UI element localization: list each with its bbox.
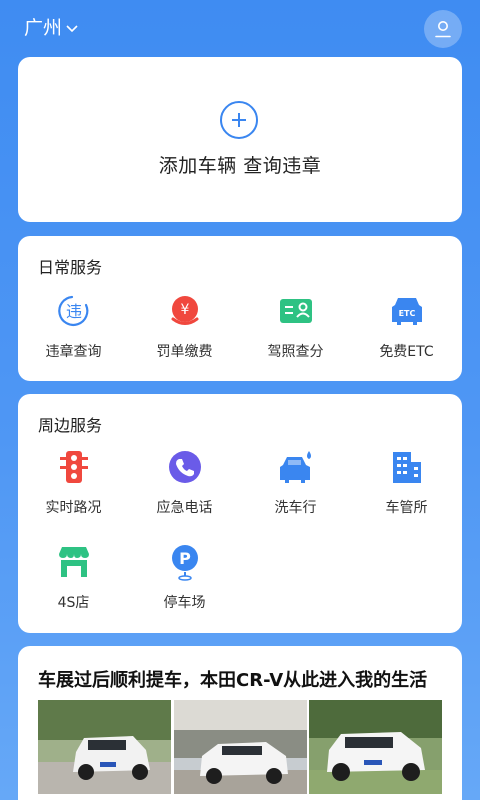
svg-text:¥: ¥ — [180, 302, 189, 318]
service-license-points[interactable]: 驾照查分 — [240, 291, 351, 361]
building-icon — [387, 447, 427, 487]
etc-icon: ETC — [387, 291, 427, 331]
service-label: 车管所 — [385, 500, 428, 516]
fine-payment-icon: ¥ — [165, 291, 205, 331]
city-label: 广州 — [24, 17, 63, 39]
service-car-wash[interactable]: 洗车行 — [240, 447, 351, 517]
article-title[interactable]: 车展过后顺利提车，本田CR-V从此进入我的生活 — [38, 666, 427, 692]
add-vehicle-card[interactable]: 添加车辆 查询违章 — [18, 57, 462, 222]
user-icon — [435, 21, 451, 38]
service-label: 免费ETC — [379, 344, 434, 360]
service-label: 违章查询 — [45, 344, 102, 360]
service-label: 洗车行 — [274, 500, 317, 516]
top-bar: 广州 — [0, 0, 480, 56]
section-title: 日常服务 — [38, 258, 103, 277]
daily-services-card: 日常服务 违 违章查询 ¥ 罚单缴费 驾照查分 ETC 免费ETC — [18, 236, 462, 381]
svg-text:P: P — [179, 549, 191, 568]
service-label: 实时路况 — [45, 500, 102, 516]
car-photo[interactable] — [38, 700, 171, 794]
service-label: 驾照查分 — [267, 344, 324, 360]
svg-text:ETC: ETC — [398, 309, 415, 318]
store-icon — [54, 542, 94, 582]
plus-circle-icon[interactable] — [220, 101, 258, 139]
traffic-light-icon — [54, 447, 94, 487]
service-parking[interactable]: P 停车场 — [129, 542, 240, 612]
add-vehicle-label: 添加车辆 查询违章 — [158, 155, 322, 177]
violation-icon: 违 — [54, 291, 94, 331]
service-emergency-phone[interactable]: 应急电话 — [129, 447, 240, 517]
service-violation-query[interactable]: 违 违章查询 — [18, 291, 129, 361]
service-label: 罚单缴费 — [156, 344, 213, 360]
section-title: 周边服务 — [38, 416, 103, 435]
car-photo[interactable] — [309, 700, 442, 794]
service-free-etc[interactable]: ETC 免费ETC — [351, 291, 462, 361]
service-label: 4S店 — [57, 595, 90, 611]
service-vehicle-office[interactable]: 车管所 — [351, 447, 462, 517]
chevron-down-icon — [66, 25, 78, 33]
service-fine-payment[interactable]: ¥ 罚单缴费 — [129, 291, 240, 361]
car-wash-icon — [276, 447, 316, 487]
nearby-services-card: 周边服务 实时路况 应急电话 洗车行 车管所 4S店 P 停车场 — [18, 394, 462, 633]
service-label: 应急电话 — [156, 500, 213, 516]
license-points-icon — [276, 291, 316, 331]
profile-button[interactable] — [424, 10, 462, 48]
article-card[interactable]: 车展过后顺利提车，本田CR-V从此进入我的生活 — [18, 646, 462, 800]
phone-icon — [165, 447, 205, 487]
city-selector[interactable]: 广州 — [24, 14, 79, 42]
parking-icon: P — [165, 542, 205, 582]
car-photo[interactable] — [174, 700, 307, 794]
service-4s-store[interactable]: 4S店 — [18, 542, 129, 612]
service-label: 停车场 — [163, 595, 206, 611]
svg-text:违: 违 — [65, 302, 81, 321]
service-traffic[interactable]: 实时路况 — [18, 447, 129, 517]
